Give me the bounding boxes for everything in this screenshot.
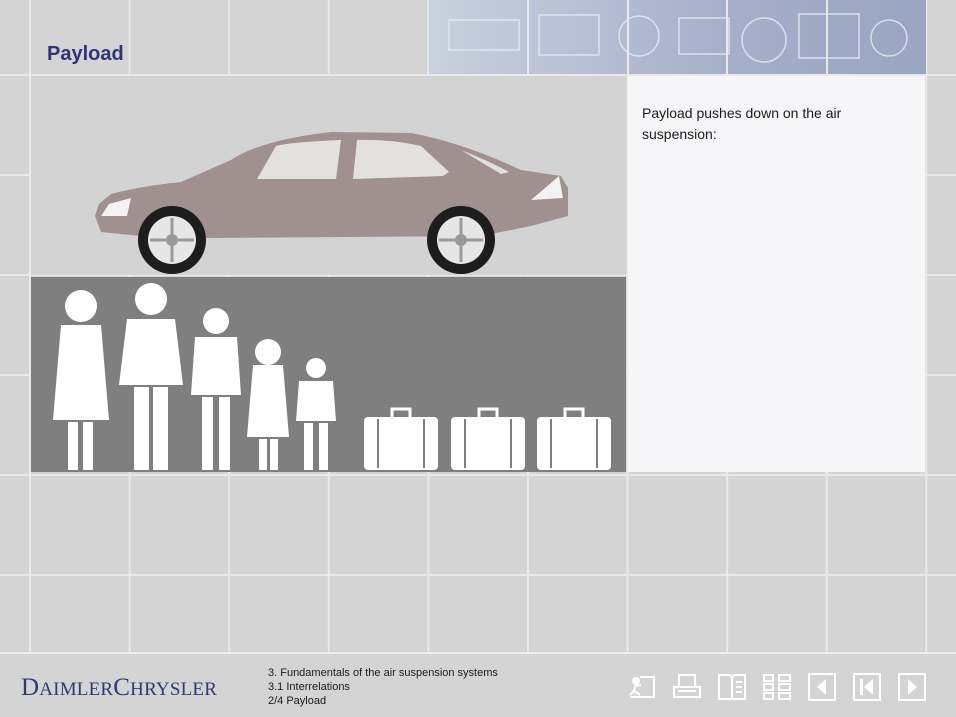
engine-banner-image [429,0,926,74]
glossary-button[interactable] [716,671,748,703]
breadcrumb-chapter: 3. Fundamentals of the air suspension sy… [268,667,498,679]
back-to-start-button[interactable] [851,671,883,703]
exit-button[interactable] [626,671,658,703]
contents-icon [763,674,791,700]
breadcrumb-page: 2/4 Payload [268,695,327,707]
contents-button[interactable] [761,671,793,703]
payload-illustration-area [31,277,626,472]
back-to-start-icon [853,673,881,701]
next-icon [898,673,926,701]
car-illustration [95,132,568,274]
previous-icon [808,673,836,701]
print-icon [673,674,701,698]
glossary-icon [718,674,746,700]
footer-bar: DAIMLERCHRYSLER 3. Fundamentals of the a… [0,652,956,717]
exit-icon [629,676,655,698]
previous-button[interactable] [806,671,838,703]
print-button[interactable] [671,671,703,703]
breadcrumb-section: 3.1 Interrelations [268,681,350,693]
page-title: Payload [47,43,124,65]
car-illustration-area [31,76,626,275]
breadcrumb: 3. Fundamentals of the air suspension sy… [268,666,498,708]
payload-illustration [53,283,611,470]
explanation-text: Payload pushes down on the air suspensio… [642,105,842,142]
explanation-panel: Payload pushes down on the air suspensio… [628,76,925,472]
next-button[interactable] [896,671,928,703]
daimlerchrysler-logo: DAIMLERCHRYSLER [21,674,218,701]
